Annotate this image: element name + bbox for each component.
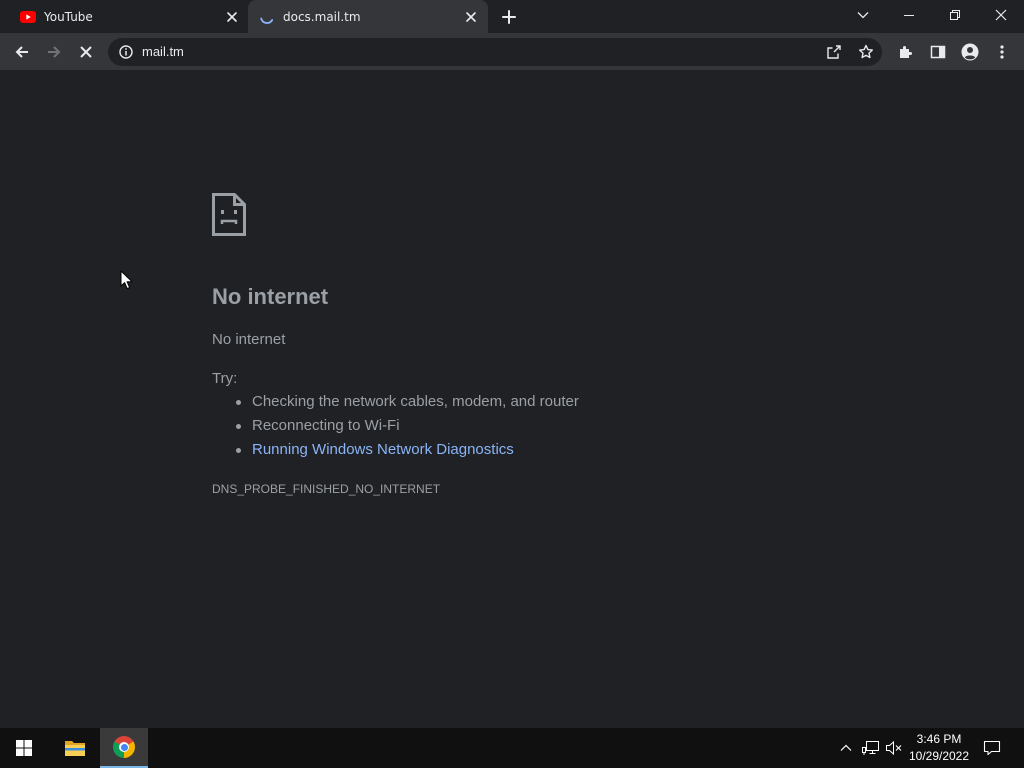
restore-icon	[950, 9, 960, 20]
list-item: Checking the network cables, modem, and …	[236, 390, 579, 414]
list-item: Reconnecting to Wi-Fi	[236, 414, 579, 438]
extensions-button[interactable]	[892, 38, 920, 66]
puzzle-icon	[900, 46, 912, 58]
chrome-taskbar-button[interactable]	[100, 728, 148, 768]
network-diagnostics-link[interactable]: Running Windows Network Diagnostics	[252, 441, 514, 458]
bookmark-button[interactable]	[854, 40, 878, 64]
profile-icon	[961, 43, 979, 61]
plus-icon	[502, 10, 516, 24]
bullet	[236, 424, 241, 429]
close-icon	[227, 12, 237, 22]
suggestion-text: Reconnecting to Wi-Fi	[252, 417, 400, 434]
side-panel-icon	[930, 45, 946, 59]
try-label: Try:	[212, 370, 238, 387]
file-explorer-button[interactable]	[51, 728, 99, 768]
browser-toolbar: mail.tm	[0, 33, 1024, 70]
new-tab-button[interactable]	[500, 8, 518, 26]
info-icon	[119, 45, 133, 59]
tab-close-button[interactable]	[224, 9, 240, 25]
error-code: DNS_PROBE_FINISHED_NO_INTERNET	[212, 482, 441, 496]
windows-taskbar: 3:46 PM 10/29/2022	[0, 728, 1024, 768]
tab-title: YouTube	[44, 10, 93, 24]
side-panel-button[interactable]	[924, 38, 952, 66]
tab-search-button[interactable]	[840, 0, 886, 29]
clock-time: 3:46 PM	[916, 732, 962, 746]
restore-button[interactable]	[932, 0, 978, 29]
star-icon	[859, 44, 873, 59]
chevron-down-icon	[857, 11, 869, 18]
stop-icon	[80, 46, 92, 58]
suggestion-list: Checking the network cables, modem, and …	[236, 390, 579, 462]
share-icon	[827, 45, 841, 59]
loading-spinner-icon	[260, 17, 274, 24]
error-heading: No internet	[212, 284, 329, 309]
ethernet-icon	[862, 741, 879, 755]
speaker-muted-icon	[886, 740, 902, 756]
network-button[interactable]	[861, 728, 881, 768]
clock-date: 10/29/2022	[908, 749, 970, 763]
chevron-up-icon	[840, 744, 852, 751]
start-button[interactable]	[0, 728, 48, 768]
back-arrow-icon	[15, 46, 28, 58]
tab-close-button[interactable]	[463, 9, 479, 25]
forward-button[interactable]	[40, 38, 68, 66]
tab-docs-mail[interactable]: docs.mail.tm	[248, 0, 488, 33]
show-hidden-icons-button[interactable]	[836, 728, 856, 768]
mouse-pointer-icon	[120, 270, 133, 290]
url-text[interactable]: mail.tm	[142, 45, 184, 59]
share-button[interactable]	[822, 40, 846, 64]
kebab-menu-icon	[1000, 45, 1004, 59]
chrome-menu-button[interactable]	[988, 38, 1016, 66]
close-window-button[interactable]	[978, 0, 1024, 29]
suggestion-text: Checking the network cables, modem, and …	[252, 393, 579, 410]
tab-title: docs.mail.tm	[283, 10, 361, 24]
address-bar[interactable]: mail.tm	[108, 38, 882, 66]
volume-button[interactable]	[884, 728, 904, 768]
notification-icon	[983, 740, 1001, 756]
profile-button[interactable]	[956, 38, 984, 66]
tab-strip: YouTube docs.mail.tm	[0, 0, 1024, 33]
error-page: No internet No internet Try: Checking th…	[0, 70, 1024, 728]
minimize-button[interactable]	[886, 0, 932, 29]
minimize-icon	[904, 14, 914, 16]
file-explorer-icon	[65, 741, 85, 756]
error-message: No internet	[212, 331, 286, 348]
close-icon	[995, 9, 1007, 20]
stop-loading-button[interactable]	[72, 38, 100, 66]
back-button[interactable]	[8, 38, 36, 66]
bullet	[236, 448, 241, 453]
chrome-icon	[113, 736, 135, 758]
windows-start-icon	[16, 740, 32, 756]
close-icon	[466, 12, 476, 22]
forward-arrow-icon	[48, 46, 61, 58]
site-info-button[interactable]	[114, 40, 138, 64]
sad-file-icon	[212, 193, 246, 236]
bullet	[236, 400, 241, 405]
youtube-icon	[20, 11, 36, 23]
tab-youtube[interactable]: YouTube	[0, 0, 246, 33]
clock-button[interactable]: 3:46 PM 10/29/2022	[904, 728, 974, 768]
list-item: Running Windows Network Diagnostics	[236, 438, 579, 462]
notification-center-button[interactable]	[978, 728, 1006, 768]
